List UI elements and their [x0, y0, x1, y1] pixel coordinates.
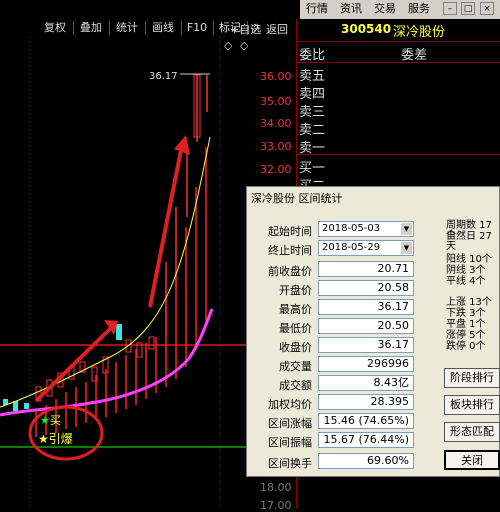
- y-tick: 34.00: [260, 117, 292, 130]
- y-tick: 33.00: [260, 140, 292, 153]
- field-label: 区间涨幅: [268, 417, 312, 430]
- field-value: 28.395: [318, 394, 414, 410]
- menu-service[interactable]: 服务: [408, 1, 430, 17]
- dialog-title: 深冷股份 区间统计: [251, 192, 343, 205]
- down-count: 下跌 3个: [446, 308, 486, 319]
- up-count: 上涨 13个: [446, 297, 492, 308]
- field-value: 8.43亿: [318, 375, 414, 391]
- field-label: 成交量: [279, 360, 312, 373]
- field-value: 36.17: [318, 337, 414, 353]
- field-value: 15.46 (74.65%): [318, 413, 414, 429]
- high-price-label: 36.17: [149, 71, 178, 82]
- ask-2-label: 卖二: [299, 123, 326, 138]
- stage-ranking-button[interactable]: 阶段排行: [444, 368, 500, 388]
- candle-down: [116, 324, 122, 340]
- ask-4-label: 卖四: [299, 87, 326, 102]
- field-label: 区间振幅: [268, 436, 312, 449]
- field-label: 前收盘价: [268, 265, 312, 278]
- start-time-select[interactable]: 2018-05-03 ▼: [318, 221, 414, 237]
- field-value: 15.67 (76.44%): [318, 432, 414, 448]
- menu-news[interactable]: 资讯: [340, 1, 362, 17]
- field-label: 最低价: [279, 322, 312, 335]
- candle-down: [24, 403, 29, 409]
- field-label: 加权均价: [268, 398, 312, 411]
- start-time-value: 2018-05-03: [322, 223, 381, 234]
- chevron-down-icon[interactable]: ▼: [401, 223, 412, 235]
- menu-trade[interactable]: 交易: [374, 1, 396, 17]
- field-label: 最高价: [279, 303, 312, 316]
- maximize-icon[interactable]: □: [461, 2, 475, 15]
- flat-count: 平盘 1个: [446, 319, 486, 330]
- field-label: 收盘价: [279, 341, 312, 354]
- field-value: 36.17: [318, 299, 414, 315]
- yang-count: 阳线 10个: [446, 254, 492, 265]
- y-tick: 18.00: [260, 481, 292, 494]
- red-bars: [35, 147, 207, 437]
- ask-5-label: 卖五: [299, 69, 326, 84]
- bid-1-label: 买一: [299, 161, 326, 176]
- add-watchlist-button[interactable]: +自选: [230, 21, 261, 37]
- flat-line-count: 平线 4个: [446, 276, 486, 287]
- divider: [297, 41, 500, 42]
- limit-up-count: 涨停 5个: [446, 330, 486, 341]
- overlay-button[interactable]: 叠加: [74, 19, 108, 37]
- field-value: 20.71: [318, 261, 414, 277]
- adjust-button[interactable]: 复权: [38, 19, 72, 37]
- field-label: 区间换手: [268, 457, 312, 470]
- stock-name: 深冷股份: [393, 25, 446, 40]
- field-value: 296996: [318, 356, 414, 372]
- statistics-button[interactable]: 统计: [110, 19, 144, 37]
- close-icon[interactable]: ×: [480, 2, 494, 15]
- natural-days: 自然日 27天: [446, 231, 492, 252]
- field-label: 开盘价: [279, 284, 312, 297]
- signal-label: ★引爆: [38, 432, 73, 446]
- minimize-icon[interactable]: –: [443, 2, 457, 15]
- pattern-match-button[interactable]: 形态匹配: [444, 422, 500, 442]
- f10-button[interactable]: F10: [182, 19, 212, 37]
- y-tick: 17.00: [260, 499, 292, 512]
- back-button[interactable]: 返回: [266, 21, 288, 37]
- y-tick: 36.00: [260, 70, 292, 83]
- y-tick: 32.00: [260, 163, 292, 176]
- moving-average-line: [0, 308, 214, 417]
- stock-code: 300540: [341, 22, 392, 36]
- close-button[interactable]: 关闭: [444, 450, 500, 470]
- end-time-value: 2018-05-29: [322, 242, 381, 253]
- menu-quotes[interactable]: 行情: [306, 1, 328, 17]
- ask-3-label: 卖三: [299, 105, 326, 120]
- draw-line-button[interactable]: 画线: [146, 19, 180, 37]
- field-value: 69.60%: [318, 453, 414, 469]
- bid-ratio-label: 委比: [299, 48, 326, 63]
- start-time-label: 起始时间: [268, 225, 312, 238]
- quote-header: 300540 深冷股份: [297, 19, 500, 40]
- yin-count: 阴线 3个: [446, 265, 486, 276]
- divider: [297, 62, 500, 63]
- bid-diff-label: 委差: [401, 48, 428, 63]
- chevron-down-icon[interactable]: ▼: [401, 242, 412, 254]
- arrow-head: [174, 135, 190, 155]
- arrow-annotation: [34, 325, 114, 403]
- y-tick: 35.00: [260, 95, 292, 108]
- field-value: 20.50: [318, 318, 414, 334]
- divider: [297, 154, 500, 155]
- field-value: 20.58: [318, 280, 414, 296]
- top-menu-bar: 行情 资讯 交易 服务 – □ ×: [300, 0, 500, 19]
- price-line: [0, 136, 211, 408]
- buy-signal-label: ★买: [40, 414, 61, 427]
- sector-ranking-button[interactable]: 板块排行: [444, 395, 500, 415]
- limit-down-count: 跌停 0个: [446, 341, 486, 352]
- end-time-select[interactable]: 2018-05-29 ▼: [318, 240, 414, 256]
- end-time-label: 终止时间: [268, 244, 312, 257]
- candle-up: [148, 336, 155, 350]
- star-icon: ★: [40, 414, 50, 427]
- field-label: 成交额: [279, 379, 312, 392]
